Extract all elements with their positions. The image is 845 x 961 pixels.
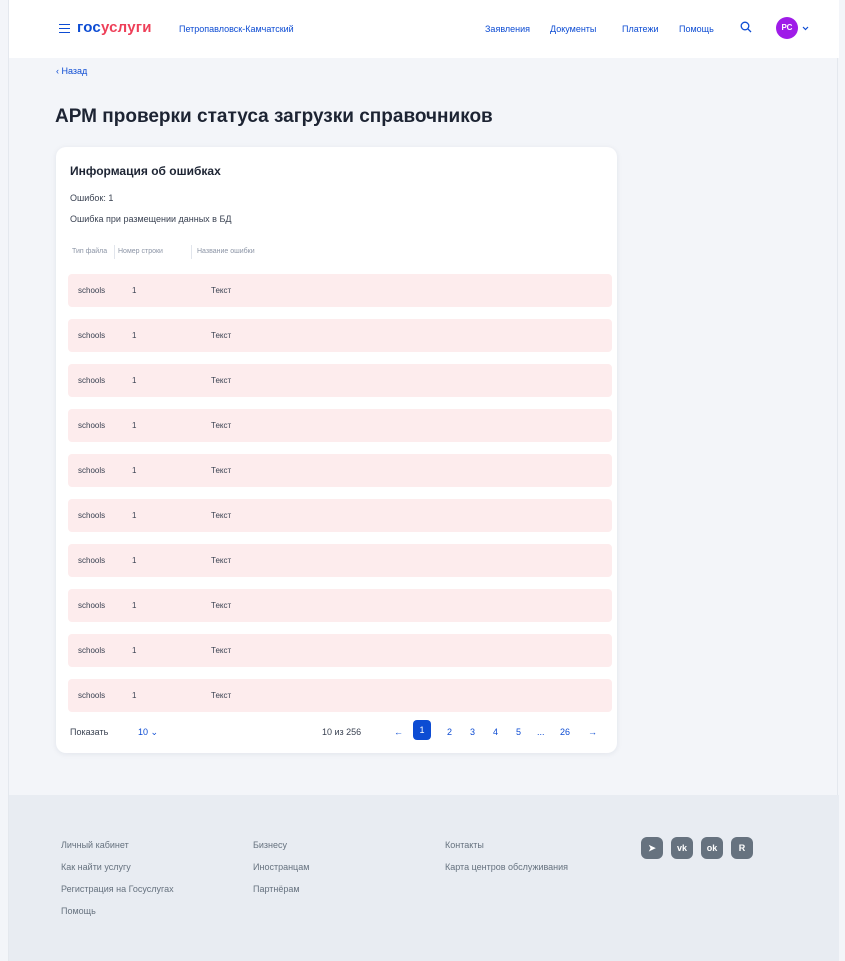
cell-error-name: Текст xyxy=(211,601,232,610)
cell-error-name: Текст xyxy=(211,466,232,475)
cell-file-type: schools xyxy=(78,466,106,475)
card-title: Информация об ошибках xyxy=(70,164,221,178)
column-divider xyxy=(114,245,115,259)
footer-link[interactable]: Партнёрам xyxy=(253,884,300,894)
table-row: schools 1 Текст xyxy=(68,319,612,352)
search-icon[interactable] xyxy=(740,21,752,33)
cell-file-type: schools xyxy=(78,601,106,610)
cell-line-number: 1 xyxy=(132,511,137,520)
cell-file-type: schools xyxy=(78,691,106,700)
cell-error-name: Текст xyxy=(211,511,232,520)
page-button-2[interactable]: 2 xyxy=(447,727,452,737)
rutube-icon[interactable]: R xyxy=(731,837,753,859)
chevron-down-icon[interactable] xyxy=(802,25,809,32)
cell-file-type: schools xyxy=(78,646,106,655)
footer-link[interactable]: Как найти услугу xyxy=(61,862,131,872)
footer-link[interactable]: Карта центров обслуживания xyxy=(445,862,568,872)
page-button-3[interactable]: 3 xyxy=(470,727,475,737)
cell-error-name: Текст xyxy=(211,331,232,340)
pagination-ellipsis: ... xyxy=(537,727,545,737)
footer-link[interactable]: Контакты xyxy=(445,840,484,850)
error-description: Ошибка при размещении данных в БД xyxy=(70,214,232,224)
table-row: schools 1 Текст xyxy=(68,634,612,667)
page-button-5[interactable]: 5 xyxy=(516,727,521,737)
footer-link[interactable]: Иностранцам xyxy=(253,862,309,872)
table-row: schools 1 Текст xyxy=(68,544,612,577)
cell-error-name: Текст xyxy=(211,646,232,655)
cell-file-type: schools xyxy=(78,376,106,385)
pagination-bar: Показать 10 ⌄ 10 из 256 ← 1 2 3 4 5 ... … xyxy=(56,717,617,747)
gosuslugi-logo[interactable]: госуслуги xyxy=(77,19,152,36)
footer-link[interactable]: Личный кабинет xyxy=(61,840,129,850)
cell-line-number: 1 xyxy=(132,466,137,475)
page-button-4[interactable]: 4 xyxy=(493,727,498,737)
odnoklassniki-icon[interactable]: ok xyxy=(701,837,723,859)
page-button-1[interactable]: 1 xyxy=(413,720,431,740)
cell-line-number: 1 xyxy=(132,691,137,700)
page-frame: госуслуги Петропавловск-Камчатский Заявл… xyxy=(8,0,839,961)
table-row: schools 1 Текст xyxy=(68,454,612,487)
logo-part-gos: гос xyxy=(77,19,101,36)
cell-line-number: 1 xyxy=(132,646,137,655)
nav-help[interactable]: Помощь xyxy=(679,24,714,34)
cell-line-number: 1 xyxy=(132,286,137,295)
table-row: schools 1 Текст xyxy=(68,679,612,712)
cell-file-type: schools xyxy=(78,286,106,295)
nav-payments[interactable]: Платежи xyxy=(622,24,659,34)
cell-error-name: Текст xyxy=(211,691,232,700)
cell-line-number: 1 xyxy=(132,601,137,610)
cell-file-type: schools xyxy=(78,511,106,520)
error-count: Ошибок: 1 xyxy=(70,193,114,203)
show-label: Показать xyxy=(70,727,109,737)
errors-card: Информация об ошибках Ошибок: 1 Ошибка п… xyxy=(56,147,617,753)
back-link[interactable]: ‹ Назад xyxy=(56,66,87,76)
site-header: госуслуги Петропавловск-Камчатский Заявл… xyxy=(9,0,839,58)
column-header-line-number: Номер строки xyxy=(118,248,163,255)
footer-link[interactable]: Бизнесу xyxy=(253,840,287,850)
page-button-last[interactable]: 26 xyxy=(560,727,570,737)
cell-line-number: 1 xyxy=(132,376,137,385)
column-header-error-name: Название ошибки xyxy=(197,248,255,255)
user-avatar[interactable]: РС xyxy=(776,17,798,39)
table-row: schools 1 Текст xyxy=(68,364,612,397)
prev-page-arrow-icon[interactable]: ← xyxy=(394,727,403,737)
vk-icon[interactable]: vk xyxy=(671,837,693,859)
cell-file-type: schools xyxy=(78,421,106,430)
cell-line-number: 1 xyxy=(132,421,137,430)
column-header-file-type: Тип файла xyxy=(72,248,108,255)
cell-error-name: Текст xyxy=(211,556,232,565)
footer-link[interactable]: Помощь xyxy=(61,906,96,916)
menu-icon[interactable] xyxy=(59,24,70,33)
table-row: schools 1 Текст xyxy=(68,499,612,532)
telegram-icon[interactable]: ➤ xyxy=(641,837,663,859)
table-row: schools 1 Текст xyxy=(68,274,612,307)
nav-documents[interactable]: Документы xyxy=(550,24,596,34)
table-row: schools 1 Текст xyxy=(68,409,612,442)
page-title: АРМ проверки статуса загрузки справочник… xyxy=(55,106,493,127)
cell-file-type: schools xyxy=(78,331,106,340)
column-divider xyxy=(191,245,192,259)
next-page-arrow-icon[interactable]: → xyxy=(588,727,597,737)
cell-line-number: 1 xyxy=(132,556,137,565)
cell-file-type: schools xyxy=(78,556,106,565)
per-page-select[interactable]: 10 ⌄ xyxy=(138,727,158,738)
region-selector[interactable]: Петропавловск-Камчатский xyxy=(179,24,294,34)
cell-error-name: Текст xyxy=(211,376,232,385)
cell-error-name: Текст xyxy=(211,421,232,430)
nav-applications[interactable]: Заявления xyxy=(485,24,530,34)
cell-line-number: 1 xyxy=(132,331,137,340)
site-footer: Личный кабинет Как найти услугу Регистраци… xyxy=(9,795,839,961)
logo-part-uslugi: услуги xyxy=(100,19,152,36)
range-indicator: 10 из 256 xyxy=(322,727,362,737)
table-row: schools 1 Текст xyxy=(68,589,612,622)
footer-link[interactable]: Регистрация на Госуслугах xyxy=(61,884,174,894)
cell-error-name: Текст xyxy=(211,286,232,295)
